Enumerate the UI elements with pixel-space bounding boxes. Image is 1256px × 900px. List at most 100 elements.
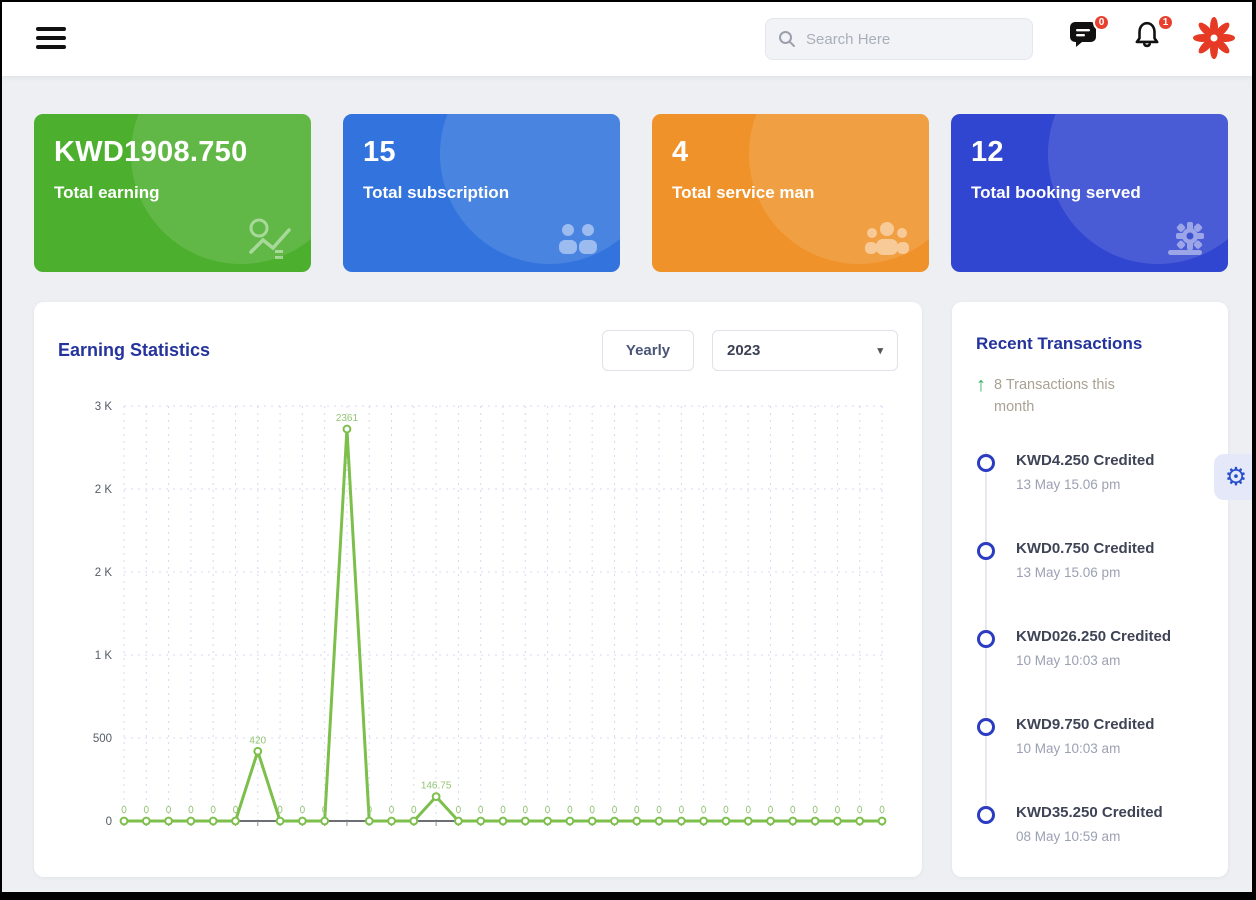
svg-text:2 K: 2 K: [95, 567, 113, 579]
timeline-dot-icon: [977, 718, 995, 736]
stat-value: 15: [363, 136, 396, 168]
timeline-dot-icon: [977, 542, 995, 560]
svg-text:0: 0: [188, 805, 194, 816]
earning-chart-icon: [249, 218, 291, 259]
stat-label: Total subscription: [363, 183, 510, 202]
svg-text:500: 500: [93, 733, 112, 745]
timeline-dot-icon: [977, 806, 995, 824]
svg-text:0: 0: [723, 805, 729, 816]
hamburger-menu-icon[interactable]: [36, 27, 66, 51]
transaction-time: 10 May 10:03 am: [1016, 741, 1121, 756]
svg-text:0: 0: [634, 805, 640, 816]
recent-transactions-title: Recent Transactions: [976, 334, 1143, 353]
svg-text:0: 0: [745, 805, 751, 816]
svg-text:0: 0: [835, 805, 841, 816]
year-dropdown-value: 2023: [727, 342, 761, 359]
transaction-time: 13 May 15.06 pm: [1016, 565, 1121, 580]
notifications-badge: 1: [1157, 14, 1174, 31]
svg-text:0: 0: [411, 805, 417, 816]
svg-text:0: 0: [106, 816, 112, 828]
svg-text:0: 0: [679, 805, 685, 816]
stat-card-total-service-man: 4 Total service man: [652, 114, 929, 272]
subscription-people-icon: [559, 224, 597, 254]
timeline-dot-icon: [977, 454, 995, 472]
line-chart-svg: 0 500 1 K 2 K 2 K 3 K 0 0 0 0 0 0 420 0 0 0 2361 0 0 0 146.7…: [93, 401, 887, 828]
svg-text:0: 0: [166, 805, 172, 816]
stat-value: 12: [971, 136, 1004, 168]
svg-text:0: 0: [322, 805, 328, 816]
svg-text:3 K: 3 K: [95, 401, 113, 413]
transaction-row: KWD026.250 Credited 10 May 10:03 am: [952, 628, 1228, 688]
earning-chart: 0 500 1 K 2 K 2 K 3 K 0 0 0 0 0 0 420 0 0 0 2361 0 0 0 146.7…: [54, 386, 904, 861]
svg-text:0: 0: [121, 805, 127, 816]
stat-label: Total service man: [672, 183, 815, 202]
search-box: [765, 18, 1033, 60]
search-icon: [779, 31, 795, 47]
svg-text:1 K: 1 K: [95, 650, 113, 662]
booking-gear-icon: [1168, 222, 1204, 255]
brand-logo[interactable]: [1192, 16, 1236, 60]
search-input[interactable]: [806, 30, 1020, 48]
chevron-down-icon: ▾: [877, 345, 883, 357]
transactions-summary: ↑ 8 Transactions this month: [976, 374, 1196, 418]
arrow-up-icon: ↑: [976, 374, 986, 396]
transaction-row: KWD35.250 Credited 08 May 10:59 am: [952, 804, 1228, 864]
recent-transactions-panel: Recent Transactions ↑ 8 Transactions thi…: [952, 302, 1228, 877]
svg-text:0: 0: [366, 805, 372, 816]
svg-text:0: 0: [456, 805, 462, 816]
svg-text:0: 0: [879, 805, 885, 816]
settings-fab[interactable]: ⚙: [1214, 454, 1252, 500]
svg-text:0: 0: [523, 805, 529, 816]
svg-text:0: 0: [567, 805, 573, 816]
svg-text:0: 0: [300, 805, 306, 816]
stat-card-total-earning: KWD1908.750 Total earning: [34, 114, 311, 272]
stat-label: Total booking served: [971, 183, 1141, 202]
svg-text:0: 0: [545, 805, 551, 816]
svg-text:0: 0: [812, 805, 818, 816]
transaction-amount: KWD9.750 Credited: [1016, 716, 1155, 733]
svg-text:420: 420: [249, 735, 266, 746]
period-yearly-button[interactable]: Yearly: [602, 330, 694, 371]
notifications-button[interactable]: 1: [1132, 14, 1174, 56]
app-window: 0 1: [0, 0, 1256, 900]
svg-text:0: 0: [277, 805, 283, 816]
top-bar: 0 1: [2, 2, 1252, 76]
svg-text:0: 0: [790, 805, 796, 816]
messages-button[interactable]: 0: [1068, 14, 1110, 56]
svg-text:0: 0: [233, 805, 239, 816]
service-man-icon: [865, 222, 909, 255]
transaction-row: KWD9.750 Credited 10 May 10:03 am: [952, 716, 1228, 776]
svg-text:0: 0: [144, 805, 150, 816]
earning-statistics-title: Earning Statistics: [58, 340, 211, 360]
transaction-time: 10 May 10:03 am: [1016, 653, 1121, 668]
transaction-amount: KWD0.750 Credited: [1016, 540, 1155, 557]
transaction-amount: KWD026.250 Credited: [1016, 628, 1172, 645]
transaction-row: KWD0.750 Credited 13 May 15.06 pm: [952, 540, 1228, 600]
stat-card-total-subscription: 15 Total subscription: [343, 114, 620, 272]
transactions-summary-text: 8 Transactions this month: [994, 377, 1115, 415]
settings-gear-icon: ⚙: [1224, 463, 1248, 491]
svg-text:0: 0: [478, 805, 484, 816]
year-dropdown[interactable]: 2023 ▾: [712, 330, 898, 371]
svg-text:0: 0: [500, 805, 506, 816]
svg-text:0: 0: [389, 805, 395, 816]
svg-text:146.75: 146.75: [421, 781, 452, 792]
svg-text:0: 0: [857, 805, 863, 816]
timeline-dot-icon: [977, 630, 995, 648]
transaction-time: 08 May 10:59 am: [1016, 829, 1121, 844]
flower-logo-icon: [1193, 17, 1235, 59]
svg-text:0: 0: [589, 805, 595, 816]
stat-value: 4: [672, 136, 689, 168]
earning-statistics-panel: Earning Statistics Yearly 2023 ▾ 0 500 1 K…: [34, 302, 922, 877]
transaction-amount: KWD4.250 Credited: [1016, 452, 1155, 469]
stat-card-total-booking-served: 12 Total booking served: [951, 114, 1228, 272]
stat-label: Total earning: [54, 183, 160, 202]
svg-text:2361: 2361: [336, 413, 359, 424]
svg-text:0: 0: [656, 805, 662, 816]
svg-text:0: 0: [210, 805, 216, 816]
svg-text:2 K: 2 K: [95, 484, 113, 496]
svg-text:0: 0: [612, 805, 618, 816]
svg-text:0: 0: [768, 805, 774, 816]
transaction-row: KWD4.250 Credited 13 May 15.06 pm: [952, 452, 1228, 512]
stat-value: KWD1908.750: [54, 136, 248, 168]
